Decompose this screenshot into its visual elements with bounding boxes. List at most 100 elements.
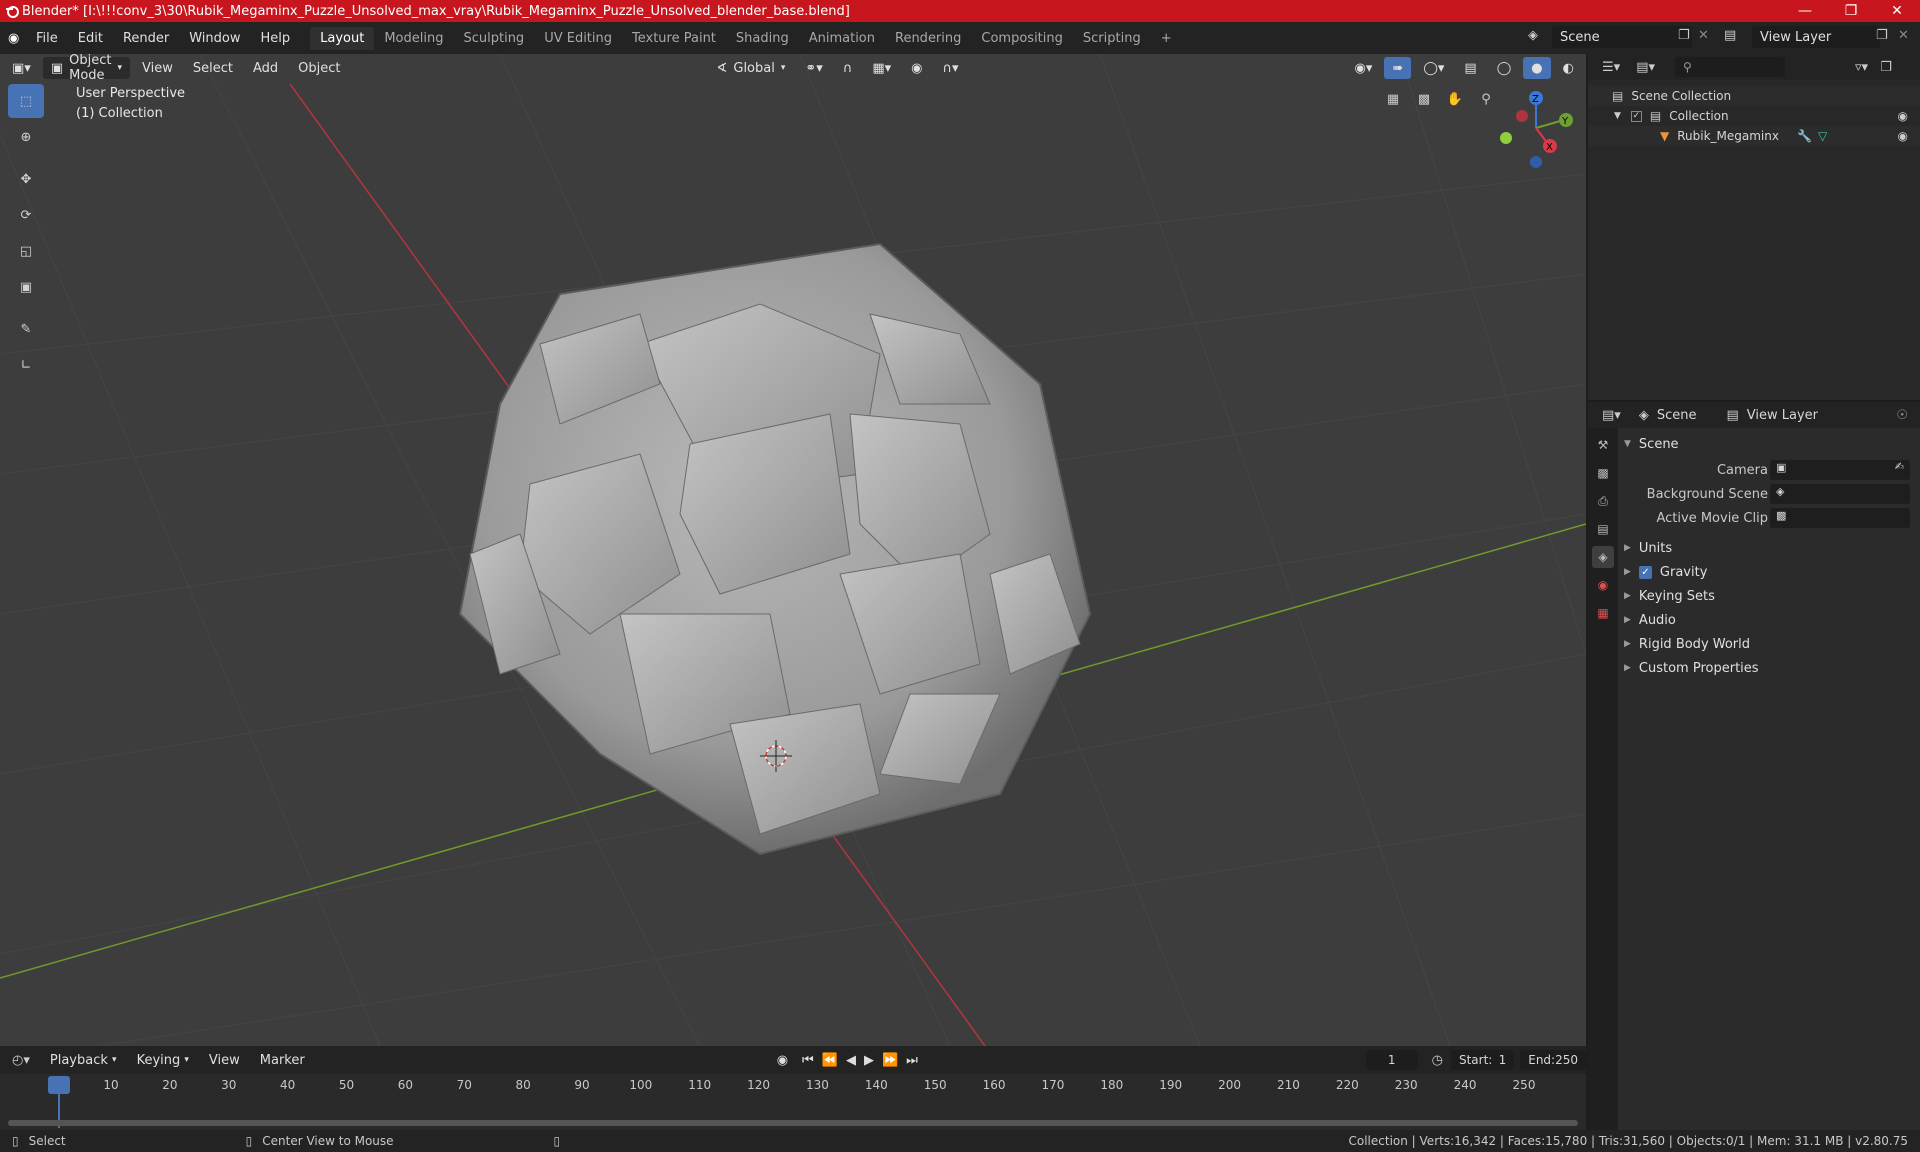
3d-viewport[interactable]: Z Y X ▣▾ ▣ Object Mode ▾ View Select Add… — [0, 54, 1586, 1046]
solid-shading-icon[interactable]: ● — [1523, 57, 1551, 79]
breadcrumb-view-layer[interactable]: View Layer — [1747, 408, 1818, 423]
movie-clip-field[interactable]: ▩ — [1770, 508, 1910, 528]
outliner-scene-collection[interactable]: ▤ Scene Collection — [1588, 86, 1920, 106]
outliner-editor-icon[interactable]: ☰▾ — [1602, 60, 1620, 75]
rubik-megaminx-mesh[interactable] — [458, 242, 1092, 856]
viewport-menu-add[interactable]: Add — [245, 57, 286, 79]
snap-icon[interactable]: ∩ — [835, 57, 861, 79]
render-properties-icon[interactable]: ▩ — [1592, 462, 1614, 484]
pivot-point-icon[interactable]: ⚭▾ — [797, 57, 830, 79]
custom-properties-section[interactable]: ▶ Custom Properties — [1620, 656, 1918, 680]
mesh-data-icon[interactable]: ▽ — [1818, 129, 1827, 143]
pan-hand-icon[interactable]: ✋ — [1441, 85, 1469, 113]
clock-icon[interactable]: ◷ — [1432, 1053, 1443, 1068]
wireframe-shading-icon[interactable]: ◯ — [1489, 57, 1520, 79]
pin-icon[interactable]: ☉ — [1896, 408, 1908, 423]
gravity-checkbox[interactable]: ✓ — [1638, 565, 1652, 579]
view-layer-icon[interactable]: ▤ — [1724, 28, 1736, 43]
timeline-menu-view[interactable]: View — [201, 1049, 248, 1071]
display-mode-icon[interactable]: ▤▾ — [1636, 60, 1655, 75]
units-section[interactable]: ▶ Units — [1620, 536, 1918, 560]
expand-arrow-icon[interactable]: ▼ — [1614, 111, 1621, 121]
filter-icon[interactable]: ▿▾ — [1855, 60, 1868, 75]
rigid-body-world-section[interactable]: ▶ Rigid Body World — [1620, 632, 1918, 656]
tab-uv-editing[interactable]: UV Editing — [534, 27, 622, 50]
play-reverse-icon[interactable]: ◀ — [846, 1053, 856, 1068]
play-icon[interactable]: ▶ — [864, 1053, 874, 1068]
minimize-button[interactable]: — — [1782, 0, 1828, 22]
keying-sets-section[interactable]: ▶ Keying Sets — [1620, 584, 1918, 608]
proportional-edit-icon[interactable]: ◉ — [903, 57, 930, 79]
add-workspace-icon[interactable]: + — [1151, 27, 1182, 50]
timeline-editor-icon[interactable]: ◴▾ — [12, 1053, 30, 1068]
scene-selector[interactable]: Scene — [1552, 26, 1692, 48]
viewport-menu-view[interactable]: View — [134, 57, 181, 79]
xray-icon[interactable]: ▤ — [1456, 57, 1484, 79]
gravity-section[interactable]: ▶ ✓ Gravity — [1620, 560, 1918, 584]
jump-keyframe-back-icon[interactable]: ⏪ — [822, 1053, 838, 1068]
outliner-collection[interactable]: ▼ ✓ ▤ Collection ◉ — [1588, 106, 1920, 126]
new-scene-icon[interactable]: ❐ — [1678, 28, 1690, 43]
menu-window[interactable]: Window — [179, 31, 250, 46]
viewport-menu-select[interactable]: Select — [185, 57, 241, 79]
timeline-menu-keying[interactable]: Keying ▾ — [129, 1049, 197, 1071]
start-frame-field[interactable]: Start: 1 — [1450, 1050, 1515, 1070]
eye-icon[interactable]: ◉ — [1898, 129, 1908, 143]
tab-texture-paint[interactable]: Texture Paint — [622, 27, 726, 50]
menu-render[interactable]: Render — [113, 31, 179, 46]
overlay-toggle-icon[interactable]: ◯▾ — [1415, 57, 1452, 79]
snap-target-icon[interactable]: ▦▾ — [864, 57, 899, 79]
navigation-gizmo[interactable]: Z Y X — [1500, 91, 1573, 168]
menu-file[interactable]: File — [26, 31, 68, 46]
jump-start-icon[interactable]: ⏮ — [802, 1053, 814, 1068]
world-properties-icon[interactable]: ◉ — [1592, 574, 1614, 596]
blender-menu-icon[interactable]: ◉ — [8, 31, 26, 46]
tab-scripting[interactable]: Scripting — [1073, 27, 1151, 50]
tab-compositing[interactable]: Compositing — [971, 27, 1073, 50]
view-layer-properties-icon[interactable]: ▤ — [1592, 518, 1614, 540]
current-frame-field[interactable]: 1 — [1365, 1050, 1418, 1070]
falloff-icon[interactable]: ∩▾ — [934, 57, 966, 79]
view-layer-selector[interactable]: View Layer — [1752, 26, 1880, 48]
mode-selector[interactable]: ▣ Object Mode ▾ — [42, 54, 130, 83]
scene-properties-icon[interactable]: ◈ — [1592, 546, 1614, 568]
delete-view-layer-icon[interactable]: ✕ — [1898, 28, 1909, 43]
eye-icon[interactable]: ◉ — [1898, 109, 1908, 123]
eyedropper-icon[interactable]: ✍ — [1895, 460, 1904, 473]
tab-animation[interactable]: Animation — [799, 27, 885, 50]
measure-tool-icon[interactable]: ∟ — [8, 348, 44, 382]
scale-tool-icon[interactable]: ◱ — [8, 234, 44, 268]
playhead[interactable] — [48, 1076, 70, 1094]
camera-view-icon[interactable]: ▩ — [1410, 85, 1438, 113]
new-view-layer-icon[interactable]: ❐ — [1876, 28, 1888, 43]
material-shading-icon[interactable]: ◐ — [1555, 57, 1582, 79]
transform-orientation[interactable]: ∢ Global ▾ — [708, 57, 793, 79]
timeline-menu-playback[interactable]: Playback ▾ — [42, 1049, 125, 1071]
record-button[interactable]: ◉ — [777, 1053, 788, 1068]
breadcrumb-scene[interactable]: Scene — [1657, 408, 1697, 423]
tab-shading[interactable]: Shading — [726, 27, 799, 50]
select-box-tool-icon[interactable]: ⬚ — [8, 84, 44, 118]
cursor-tool-icon[interactable]: ⊕ — [8, 120, 44, 154]
exclude-checkbox[interactable]: ✓ — [1630, 110, 1642, 122]
timeline-scrollbar[interactable] — [8, 1120, 1578, 1126]
output-properties-icon[interactable]: ⎙ — [1592, 490, 1614, 512]
camera-field[interactable]: ▣ ✍ — [1770, 460, 1910, 480]
zoom-icon[interactable]: ⚲ — [1472, 85, 1500, 113]
tab-sculpting[interactable]: Sculpting — [453, 27, 534, 50]
scene-icon[interactable]: ◈ — [1528, 28, 1538, 43]
outliner-object-row[interactable]: ▼ Rubik_Megaminx 🔧 ▽ ◉ — [1588, 126, 1920, 146]
jump-end-icon[interactable]: ⏭ — [906, 1053, 918, 1068]
transform-tool-icon[interactable]: ▣ — [8, 270, 44, 304]
tab-rendering[interactable]: Rendering — [885, 27, 971, 50]
visibility-icon[interactable]: ◉▾ — [1347, 57, 1381, 79]
tab-layout[interactable]: Layout — [310, 26, 375, 50]
menu-help[interactable]: Help — [251, 31, 301, 46]
move-tool-icon[interactable]: ✥ — [8, 162, 44, 196]
editor-type-icon[interactable]: ▣▾ — [4, 57, 39, 79]
close-button[interactable]: ✕ — [1874, 0, 1920, 22]
timeline-menu-marker[interactable]: Marker — [252, 1049, 313, 1071]
new-collection-icon[interactable]: ❐ — [1880, 60, 1892, 75]
toggle-perspective-icon[interactable]: ▦ — [1379, 85, 1407, 113]
gizmo-toggle-icon[interactable]: ➠ — [1384, 57, 1412, 79]
